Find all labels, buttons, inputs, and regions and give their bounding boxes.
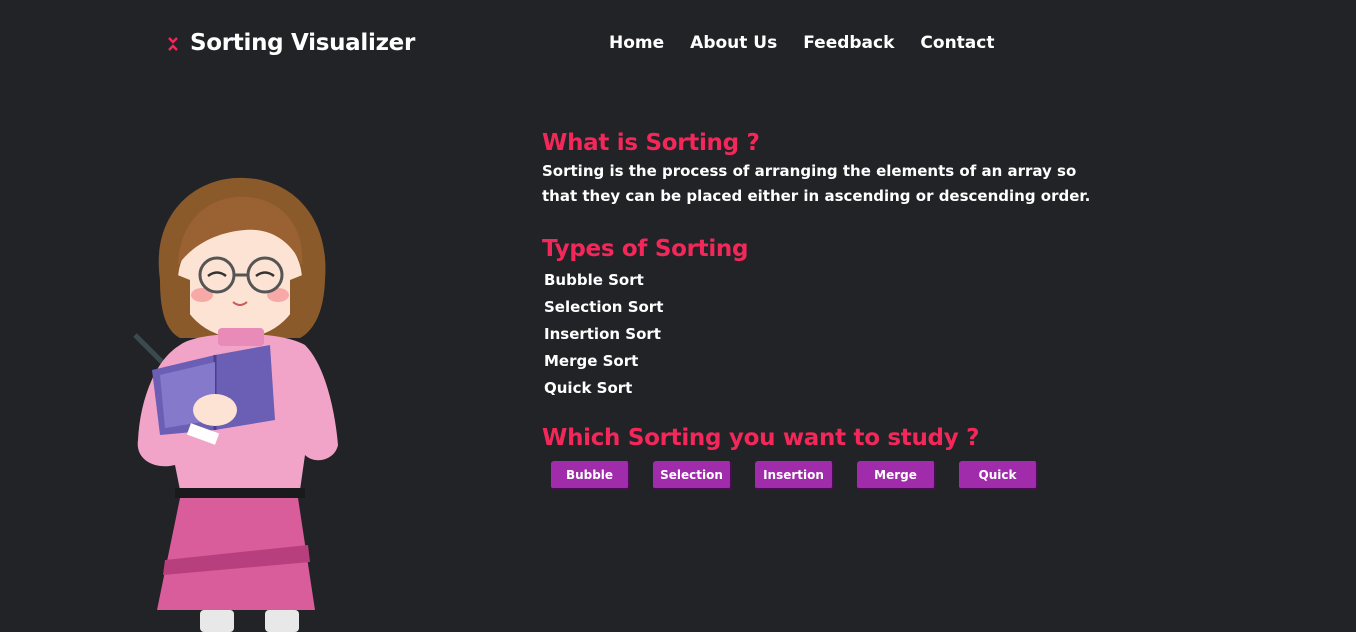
list-item: Quick Sort — [544, 379, 633, 397]
sort-arrows-icon — [168, 37, 178, 51]
nav-feedback-link[interactable]: Feedback — [803, 33, 894, 53]
sorting-buttons: Bubble Selection Insertion Merge Quick — [551, 461, 1102, 490]
nav-about-link[interactable]: About Us — [690, 33, 777, 53]
which-sorting-heading: Which Sorting you want to study ? — [542, 425, 980, 451]
app-title: Sorting Visualizer — [190, 30, 415, 56]
list-item: Insertion Sort — [544, 325, 661, 343]
list-item: Merge Sort — [544, 352, 639, 370]
quick-button[interactable]: Quick — [959, 461, 1038, 490]
merge-button[interactable]: Merge — [857, 461, 936, 490]
main-content: What is Sorting ? Sorting is the process… — [542, 130, 1102, 490]
girl-reading-illustration — [133, 177, 338, 632]
logo[interactable]: Sorting Visualizer — [166, 30, 415, 56]
what-is-sorting-heading: What is Sorting ? — [542, 130, 760, 156]
types-of-sorting-heading: Types of Sorting — [542, 236, 749, 262]
nav-contact-link[interactable]: Contact — [920, 33, 994, 53]
bubble-button[interactable]: Bubble — [551, 461, 630, 490]
sorting-types-list: Bubble Sort Selection Sort Insertion Sor… — [544, 267, 1102, 402]
insertion-button[interactable]: Insertion — [755, 461, 834, 490]
list-item: Selection Sort — [544, 298, 664, 316]
nav-home-link[interactable]: Home — [609, 33, 664, 53]
main-nav: Home About Us Feedback Contact — [609, 33, 1020, 53]
list-item: Bubble Sort — [544, 271, 644, 289]
sorting-description: Sorting is the process of arranging the … — [542, 162, 1091, 205]
selection-button[interactable]: Selection — [653, 461, 732, 490]
